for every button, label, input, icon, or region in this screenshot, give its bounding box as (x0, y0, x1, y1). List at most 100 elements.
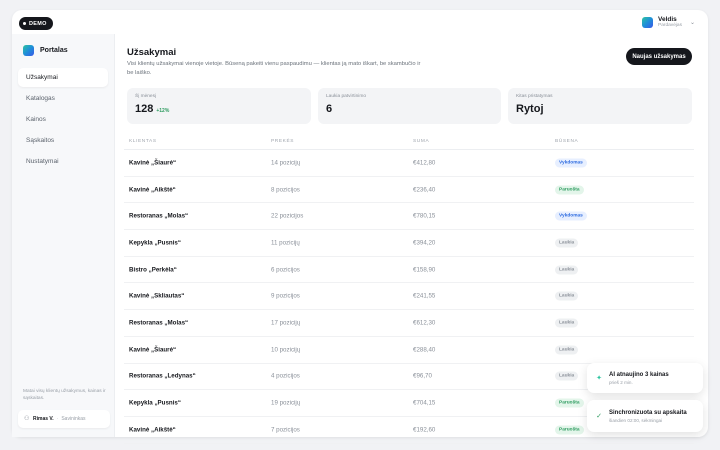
status-badge[interactable]: Paruošta (555, 398, 584, 408)
cell-status: Vykdomas (555, 158, 587, 168)
table-row[interactable]: Kepykla „Pusnis“ 11 pozicijų €394,20 Laukia (124, 230, 694, 257)
toast-subtitle: prieš 2 min. (609, 379, 633, 385)
toast-title: Sinchronizuota su apskaita (609, 409, 687, 416)
cell-items: 8 pozicijos (271, 186, 300, 194)
cell-sum: €704,15 (413, 399, 436, 407)
profile-name: Rimas V. (33, 416, 54, 422)
demo-badge-label: DEMO (29, 20, 47, 27)
table-row[interactable]: Kavinė „Šiaurė“ 14 pozicijų €412,80 Vykdoma… (124, 150, 694, 177)
cell-items: 19 pozicijų (271, 399, 301, 407)
demo-badge: DEMO (19, 17, 53, 30)
dot-icon (23, 22, 26, 25)
table-row[interactable]: Bistro „Perkėla“ 6 pozicijos €158,90 Laukia (124, 257, 694, 284)
page-subtitle: Visi klientų užsakymai vienoje vietoje. … (127, 61, 421, 76)
cell-items: 14 pozicijų (271, 159, 301, 167)
sidebar-nav: Užsakymai Katalogas Kainos Sąskaitos Nus… (18, 68, 108, 171)
stat-card-pending: Laukia patvirtinimo 6 (318, 88, 501, 124)
cell-client: Restoranas „Ledynas“ (129, 372, 196, 380)
table-row[interactable]: Kavinė „Aikštė“ 8 pozicijos €236,40 Paruošt… (124, 177, 694, 204)
sidebar-item-nustatymai[interactable]: Nustatymai (18, 152, 108, 171)
column-header-sum: SUMA (413, 139, 430, 144)
cell-status: Vykdomas (555, 211, 587, 221)
profile-card[interactable]: ⚇ Rimas V. · Savininkas (18, 410, 110, 428)
column-header-status: BŪSENA (555, 139, 579, 144)
status-badge[interactable]: Laukia (555, 345, 579, 355)
cell-status: Paruošta (555, 425, 584, 435)
table-header: KLIENTAS PREKĖS SUMA BŪSENA (124, 136, 694, 150)
sidebar: Portalas Užsakymai Katalogas Kainos Sąsk… (12, 34, 115, 437)
sparkle-icon: ✦ (596, 375, 602, 382)
status-badge[interactable]: Laukia (555, 318, 579, 328)
user-role: Pardavėjas (658, 23, 682, 29)
stat-label: Kitas pristatymas (516, 94, 553, 99)
toast-sync[interactable]: ✓ Sinchronizuota su apskaita šiandien 02… (587, 400, 703, 432)
profile-role: Savininkas (61, 416, 86, 422)
cell-sum: €394,20 (413, 239, 436, 247)
cell-items: 10 pozicijų (271, 346, 301, 354)
table-row[interactable]: Restoranas „Molas“ 22 pozicijos €780,15 Vyk… (124, 203, 694, 231)
status-badge[interactable]: Vykdomas (555, 158, 587, 168)
cell-status: Laukia (555, 318, 579, 328)
table-row[interactable]: Kavinė „Skliautas“ 9 pozicijos €241,55 Lauk… (124, 283, 694, 311)
status-badge[interactable]: Laukia (555, 291, 579, 301)
stat-card-next-delivery: Kitas pristatymas Rytoj (508, 88, 692, 124)
cell-client: Kavinė „Aikštė“ (129, 426, 176, 434)
brand-name: Portalas (40, 47, 68, 54)
user-logo-icon (642, 16, 653, 28)
cell-items: 11 pozicijų (271, 239, 300, 247)
stat-label: Laukia patvirtinimo (326, 94, 366, 99)
user-menu[interactable]: Veldis Pardavėjas ⌄ (642, 16, 695, 29)
stat-card-this-month: Šį mėnesį 128 +12% (127, 88, 311, 124)
cell-sum: €236,40 (413, 186, 436, 194)
page-title: Užsakymai (127, 47, 177, 58)
cell-client: Restoranas „Molas“ (129, 212, 189, 220)
cell-status: Laukia (555, 371, 579, 381)
table-row[interactable]: Kavinė „Šiaurė“ 10 pozicijų €288,40 Laukia (124, 337, 694, 364)
cell-status: Laukia (555, 291, 579, 301)
status-badge[interactable]: Paruošta (555, 425, 584, 435)
cell-status: Laukia (555, 265, 579, 275)
table-row[interactable]: Restoranas „Molas“ 17 pozicijų €612,30 Lauk… (124, 310, 694, 337)
brand[interactable]: Portalas (23, 45, 68, 56)
status-badge[interactable]: Laukia (555, 371, 579, 381)
cell-sum: €158,90 (413, 266, 436, 274)
status-badge[interactable]: Paruošta (555, 185, 584, 195)
cell-status: Paruošta (555, 398, 584, 408)
cell-items: 6 pozicijos (271, 266, 300, 274)
cell-sum: €412,80 (413, 159, 436, 167)
cell-sum: €780,15 (413, 212, 436, 220)
cell-items: 17 pozicijų (271, 319, 301, 327)
user-icon: ⚇ (24, 416, 30, 422)
cell-status: Paruošta (555, 185, 584, 195)
cell-items: 9 pozicijos (271, 292, 300, 300)
cell-client: Restoranas „Molas“ (129, 319, 189, 327)
cell-items: 22 pozicijos (271, 212, 304, 220)
sidebar-item-saskaitos[interactable]: Sąskaitos (18, 131, 108, 150)
cell-client: Bistro „Perkėla“ (129, 266, 177, 274)
toast-ai-prices[interactable]: ✦ AI atnaujino 3 kainas prieš 2 min. (587, 363, 703, 393)
brand-logo-icon (23, 45, 34, 56)
cell-sum: €96,70 (413, 372, 432, 380)
stat-delta: +12% (156, 108, 170, 114)
column-header-items: PREKĖS (271, 139, 295, 144)
stat-value: 128 (135, 103, 154, 115)
stat-value: 6 (326, 103, 333, 115)
cell-client: Kavinė „Aikštė“ (129, 186, 176, 194)
sidebar-item-uzsakymai[interactable]: Užsakymai (18, 68, 108, 87)
status-badge[interactable]: Laukia (555, 265, 579, 275)
profile-separator: · (56, 416, 59, 422)
toast-title: AI atnaujino 3 kainas (609, 371, 669, 378)
status-badge[interactable]: Laukia (555, 238, 579, 248)
cell-sum: €241,55 (413, 292, 436, 300)
cell-status: Laukia (555, 238, 579, 248)
sidebar-footer-text: Matai visų klientų užsakymus, kainas ir … (23, 389, 106, 401)
chevron-down-icon[interactable]: ⌄ (690, 19, 695, 26)
sidebar-item-kainos[interactable]: Kainos (18, 110, 108, 129)
check-icon: ✓ (596, 413, 602, 420)
cell-client: Kepykla „Pusnis“ (129, 239, 181, 247)
sidebar-item-katalogas[interactable]: Katalogas (18, 89, 108, 108)
new-order-button[interactable]: Naujas užsakymas (626, 48, 692, 65)
cell-client: Kavinė „Šiaurė“ (129, 159, 177, 167)
status-badge[interactable]: Vykdomas (555, 211, 587, 221)
orders-table: KLIENTAS PREKĖS SUMA BŪSENA Kavinė „Šiau… (124, 136, 694, 444)
